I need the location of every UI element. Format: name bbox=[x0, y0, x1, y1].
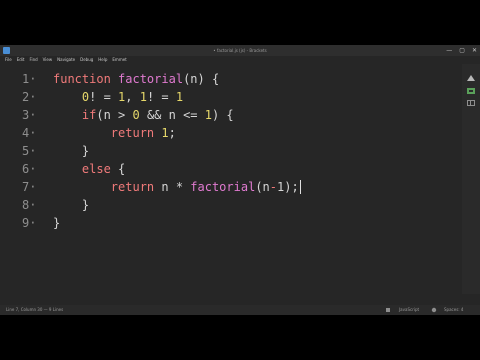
code-token: , bbox=[125, 90, 140, 104]
extract-icon[interactable] bbox=[466, 80, 476, 94]
minimize-icon[interactable]: — bbox=[446, 45, 452, 56]
menu-find[interactable]: Find bbox=[29, 56, 37, 64]
line-number: 8· bbox=[22, 198, 37, 212]
code-token: (n) { bbox=[183, 72, 220, 86]
code-token: 1); bbox=[277, 180, 299, 194]
line-number: 1· bbox=[22, 72, 37, 86]
code-line[interactable]: } bbox=[53, 197, 89, 213]
code-line[interactable]: } bbox=[53, 143, 89, 159]
editor-window: • factorial.js (js) - Brackets — ▢ ✕ Fil… bbox=[0, 45, 480, 315]
code-token: ) { bbox=[211, 108, 234, 122]
line-number: 2· bbox=[22, 90, 37, 104]
menu-edit[interactable]: Edit bbox=[17, 56, 25, 64]
code-line[interactable]: else { bbox=[53, 161, 125, 177]
cursor-position: Line 7, Column 30 — 9 Lines bbox=[6, 307, 64, 312]
code-token: ! = bbox=[146, 90, 176, 104]
code-token: if bbox=[81, 108, 97, 122]
code-line[interactable]: 0! = 1, 1! = 1 bbox=[53, 89, 183, 105]
menu-bar: File Edit Find View Navigate Debug Help … bbox=[0, 56, 480, 64]
code-token: { bbox=[110, 162, 126, 176]
code-token: - bbox=[269, 180, 277, 194]
code-token: n * bbox=[154, 180, 191, 194]
line-number: 7· bbox=[22, 180, 37, 194]
code-line[interactable]: } bbox=[53, 215, 60, 231]
menu-view[interactable]: View bbox=[43, 56, 53, 64]
code-token: 1 bbox=[161, 126, 169, 140]
lint-status-icon[interactable] bbox=[385, 305, 391, 315]
line-number: 6· bbox=[22, 162, 37, 176]
code-token: 0 bbox=[132, 108, 140, 122]
code-token: factorial bbox=[118, 72, 184, 86]
code-line[interactable]: return 1; bbox=[53, 125, 176, 141]
live-preview-icon[interactable] bbox=[466, 67, 476, 81]
code-token: 1 bbox=[204, 108, 212, 122]
indent-setting[interactable]: Spaces: 4 bbox=[444, 305, 463, 315]
code-token: return bbox=[110, 126, 155, 140]
code-token: ! = bbox=[89, 90, 119, 104]
side-toolbar bbox=[462, 64, 480, 294]
code-token: && n <= bbox=[139, 108, 205, 122]
line-number: 3· bbox=[22, 108, 37, 122]
title-bar: • factorial.js (js) - Brackets — ▢ ✕ bbox=[0, 45, 480, 56]
code-editor[interactable]: 1· 2· 3· 4· 5· 6· 7· 8· 9· function factorial(n)… bbox=[0, 64, 462, 294]
code-token: (n bbox=[255, 180, 270, 194]
code-token: ; bbox=[168, 126, 176, 140]
code-token: else bbox=[81, 162, 111, 176]
close-icon[interactable]: ✕ bbox=[472, 45, 477, 56]
code-token: } bbox=[53, 144, 90, 158]
language-selector[interactable]: JavaScript bbox=[399, 305, 419, 315]
code-token: 1 bbox=[175, 90, 184, 104]
status-bar: Line 7, Column 30 — 9 Lines JavaScript S… bbox=[0, 305, 480, 315]
menu-file[interactable]: File bbox=[5, 56, 12, 64]
menu-help[interactable]: Help bbox=[98, 56, 107, 64]
code-token: function bbox=[53, 72, 111, 86]
menu-navigate[interactable]: Navigate bbox=[57, 56, 75, 64]
code-token: } bbox=[53, 216, 61, 230]
line-number: 5· bbox=[22, 144, 37, 158]
indent-status-icon[interactable] bbox=[431, 305, 437, 315]
window-controls: — ▢ ✕ bbox=[446, 45, 477, 56]
code-token: } bbox=[53, 198, 90, 212]
extension-manager-icon[interactable] bbox=[466, 92, 476, 106]
menu-emmet[interactable]: Emmet bbox=[112, 56, 126, 64]
code-line[interactable]: return n * factorial(n-1); bbox=[53, 179, 299, 195]
code-token: factorial bbox=[190, 180, 256, 194]
line-number-gutter: 1· 2· 3· 4· 5· 6· 7· 8· 9· bbox=[0, 64, 46, 294]
code-token: 1 bbox=[139, 90, 147, 104]
window-title: • factorial.js (js) - Brackets bbox=[213, 48, 267, 53]
menu-debug[interactable]: Debug bbox=[80, 56, 93, 64]
code-line[interactable]: if(n > 0 && n <= 1) { bbox=[53, 107, 234, 123]
text-cursor bbox=[299, 180, 301, 194]
maximize-icon[interactable]: ▢ bbox=[459, 45, 465, 56]
code-token: (n > bbox=[96, 108, 133, 122]
code-token: return bbox=[110, 180, 155, 194]
code-line[interactable]: function factorial(n) { bbox=[53, 71, 219, 87]
line-number: 4· bbox=[22, 126, 37, 140]
line-number: 9· bbox=[22, 216, 37, 230]
